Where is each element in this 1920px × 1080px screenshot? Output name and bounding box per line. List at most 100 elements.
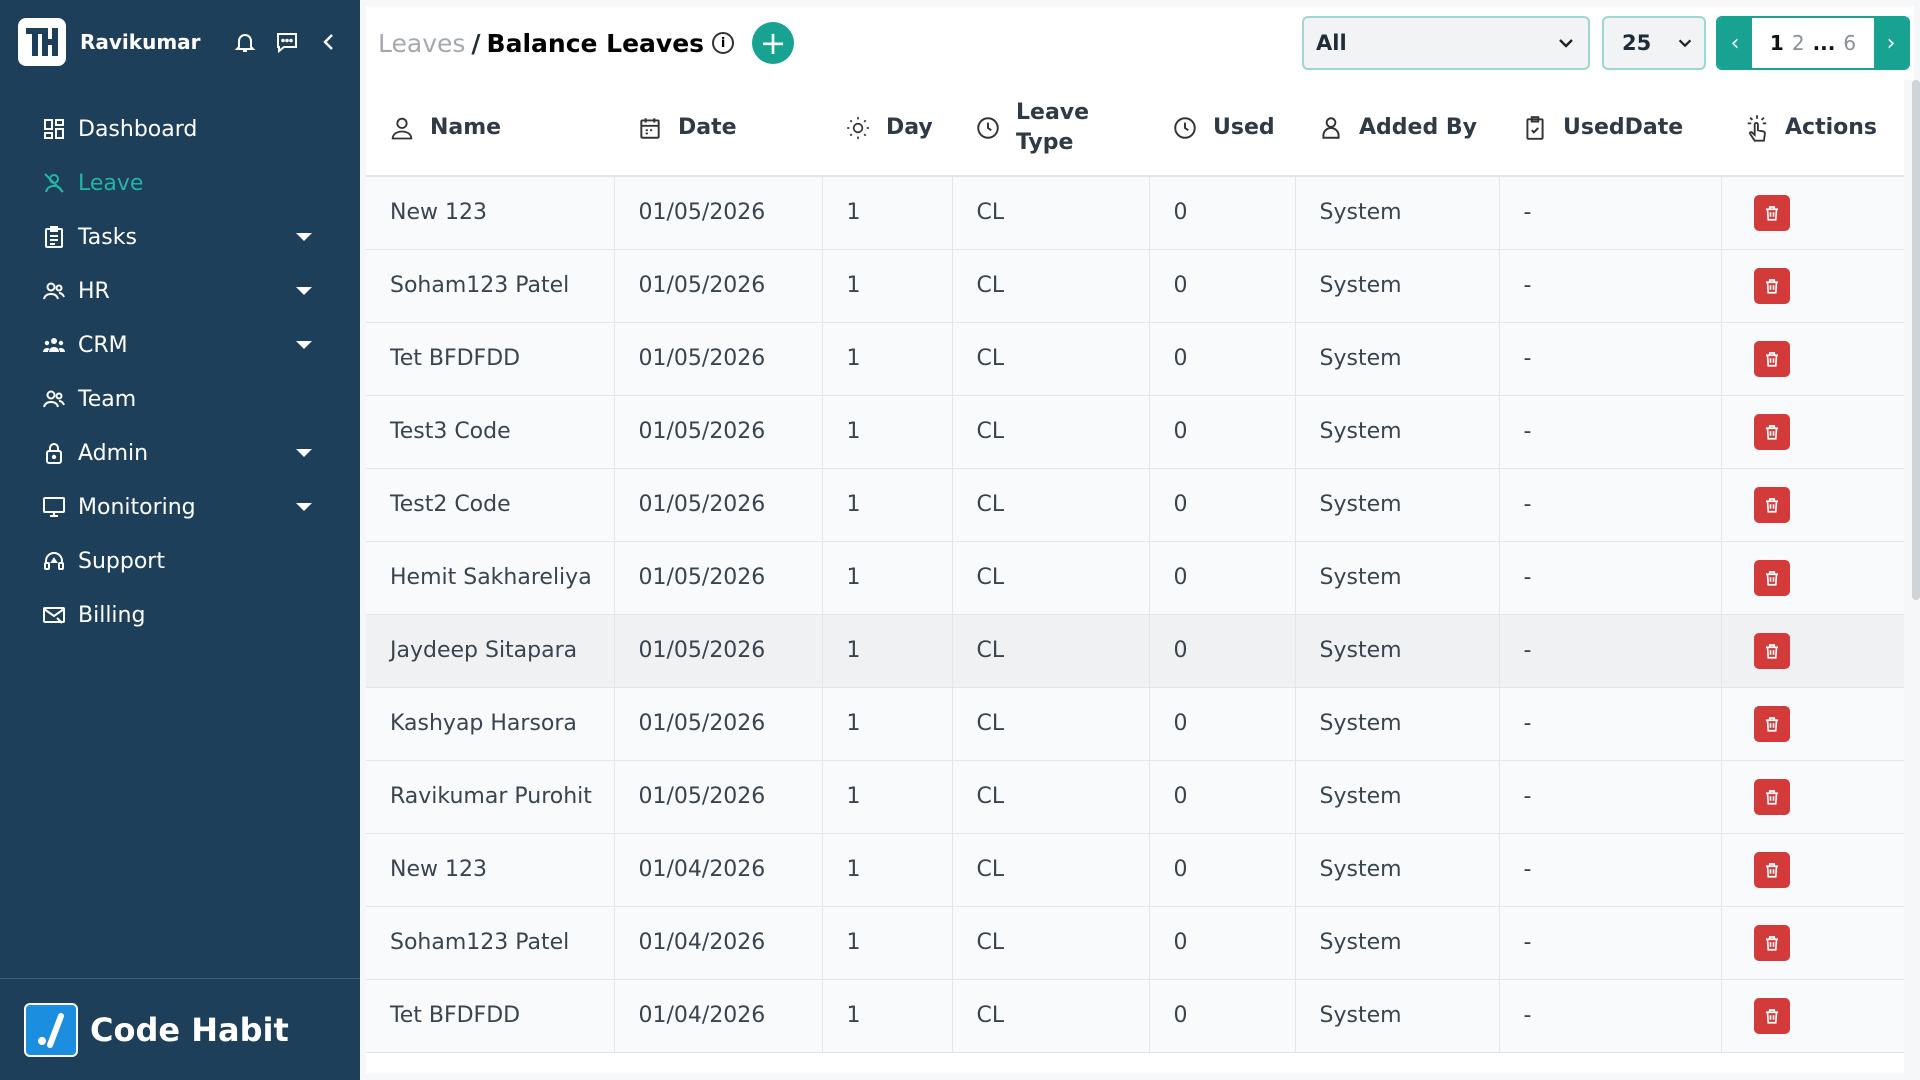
trash-icon: [1765, 497, 1778, 513]
leave-table-container: Name Date Day Leave Type Used Added By UsedDat…: [366, 80, 1904, 1074]
delete-button[interactable]: [1753, 997, 1790, 1034]
cell-actions: [1721, 176, 1904, 250]
page-number[interactable]: 2: [1792, 31, 1805, 55]
table-row[interactable]: Hemit Sakhareliya 01/05/2026 1 CL 0 System -: [366, 541, 1904, 615]
caret-down-icon[interactable]: [296, 287, 312, 295]
column-header-label: Day: [886, 115, 933, 140]
cell-added-by: System: [1295, 979, 1500, 1053]
column-header-content: Leave Type: [974, 98, 1149, 158]
table-row[interactable]: Tet BFDFDD 01/05/2026 1 CL 0 System -: [366, 322, 1904, 396]
bell-icon[interactable]: [230, 27, 260, 57]
column-header-name[interactable]: Name: [366, 80, 614, 177]
cell-leave-type: CL: [952, 322, 1150, 396]
cell-used: 0: [1149, 760, 1296, 834]
next-page-button[interactable]: ›: [1874, 18, 1908, 68]
prev-page-button[interactable]: ‹: [1718, 18, 1752, 68]
table-row[interactable]: Soham123 Patel 01/05/2026 1 CL 0 System -: [366, 249, 1904, 323]
sidebar-item-tasks[interactable]: Tasks: [40, 210, 320, 264]
chat-icon[interactable]: [272, 27, 302, 57]
caret-down-icon[interactable]: [296, 503, 312, 511]
app-logo[interactable]: [18, 18, 66, 66]
sidebar-item-dashboard[interactable]: Dashboard: [40, 102, 320, 156]
delete-button[interactable]: [1753, 267, 1790, 304]
page-size-value: 25: [1622, 31, 1652, 55]
table-row[interactable]: Ravikumar Purohit 01/05/2026 1 CL 0 System -: [366, 760, 1904, 834]
column-header-day[interactable]: Day: [822, 80, 952, 177]
trash-icon: [1765, 570, 1778, 586]
cell-leave-type: CL: [952, 395, 1150, 469]
cell-day: 1: [822, 833, 953, 907]
column-header-content: Added By: [1317, 114, 1499, 142]
delete-button[interactable]: [1753, 194, 1790, 231]
delete-button[interactable]: [1753, 632, 1790, 669]
page-last[interactable]: 6: [1843, 31, 1856, 55]
breadcrumb-parent[interactable]: Leaves: [378, 29, 465, 58]
delete-button[interactable]: [1753, 413, 1790, 450]
sidebar-item-crm[interactable]: CRM: [40, 318, 320, 372]
cell-name: Soham123 Patel: [366, 906, 615, 980]
sidebar-item-hr[interactable]: HR: [40, 264, 320, 318]
cell-name: Tet BFDFDD: [366, 322, 615, 396]
cell-day: 1: [822, 979, 953, 1053]
cell-added-by: System: [1295, 833, 1500, 907]
cell-actions: [1721, 979, 1904, 1053]
sidebar-item-team[interactable]: Team: [40, 372, 320, 426]
page-numbers: 1 2 ... 6: [1752, 18, 1874, 68]
sidebar-item-label: Leave: [78, 170, 144, 196]
delete-button[interactable]: [1753, 851, 1790, 888]
delete-button[interactable]: [1753, 778, 1790, 815]
filter-select[interactable]: All: [1302, 16, 1590, 70]
page-size-select[interactable]: 25: [1602, 16, 1706, 70]
column-header-date[interactable]: Date: [614, 80, 822, 177]
sidebar-item-leave[interactable]: Leave: [40, 156, 320, 210]
hr-icon: [40, 277, 68, 305]
cell-date: 01/05/2026: [614, 614, 823, 688]
cell-added-by: System: [1295, 614, 1500, 688]
trash-icon: [1765, 643, 1778, 659]
caret-down-icon[interactable]: [296, 233, 312, 241]
table-row[interactable]: Jaydeep Sitapara 01/05/2026 1 CL 0 System -: [366, 614, 1904, 688]
cell-day: 1: [822, 906, 953, 980]
table-row[interactable]: Test2 Code 01/05/2026 1 CL 0 System -: [366, 468, 1904, 542]
pointer-icon: [1743, 114, 1771, 142]
delete-button[interactable]: [1753, 559, 1790, 596]
sidebar-item-monitoring[interactable]: Monitoring: [40, 480, 320, 534]
info-icon[interactable]: i: [712, 32, 735, 54]
sidebar-item-billing[interactable]: Billing: [40, 588, 320, 642]
cell-day: 1: [822, 468, 953, 542]
collapse-chevron-icon[interactable]: [314, 27, 344, 57]
column-header-content: Name: [388, 114, 614, 142]
caret-down-icon[interactable]: [296, 341, 312, 349]
sidebar-item-support[interactable]: Support: [40, 534, 320, 588]
page-current[interactable]: 1: [1770, 31, 1784, 55]
add-leave-button[interactable]: +: [752, 22, 795, 64]
delete-button[interactable]: [1753, 486, 1790, 523]
cell-added-by: System: [1295, 760, 1500, 834]
table-row[interactable]: Test3 Code 01/05/2026 1 CL 0 System -: [366, 395, 1904, 469]
team-icon: [40, 385, 68, 413]
page-ellipsis: ...: [1812, 31, 1836, 55]
cell-leave-type: CL: [952, 249, 1150, 323]
column-header-actions[interactable]: Actions: [1721, 80, 1904, 177]
sidebar-item-admin[interactable]: Admin: [40, 426, 320, 480]
delete-button[interactable]: [1753, 705, 1790, 742]
delete-button[interactable]: [1753, 924, 1790, 961]
table-row[interactable]: New 123 01/04/2026 1 CL 0 System -: [366, 833, 1904, 907]
cell-used: 0: [1149, 322, 1296, 396]
delete-button[interactable]: [1753, 340, 1790, 377]
sidebar-item-label: Dashboard: [78, 116, 198, 142]
vertical-scrollbar[interactable]: [1912, 80, 1920, 600]
column-header-useddate[interactable]: UsedDate: [1499, 80, 1721, 177]
table-row[interactable]: Soham123 Patel 01/04/2026 1 CL 0 System -: [366, 906, 1904, 980]
table-row[interactable]: New 123 01/05/2026 1 CL 0 System -: [366, 176, 1904, 250]
table-row[interactable]: Kashyap Harsora 01/05/2026 1 CL 0 System -: [366, 687, 1904, 761]
column-header-added-by[interactable]: Added By: [1295, 80, 1499, 177]
code-habit-logo: [24, 1002, 78, 1057]
column-header-used[interactable]: Used: [1149, 80, 1295, 177]
cell-name: Tet BFDFDD: [366, 979, 615, 1053]
sidebar-nav: Dashboard Leave Tasks HR CRM Team Admin Monitor…: [40, 102, 320, 642]
caret-down-icon[interactable]: [296, 449, 312, 457]
table-row[interactable]: Tet BFDFDD 01/04/2026 1 CL 0 System -: [366, 979, 1904, 1053]
monitor-icon: [40, 493, 68, 521]
column-header-leave-type[interactable]: Leave Type: [952, 80, 1149, 177]
